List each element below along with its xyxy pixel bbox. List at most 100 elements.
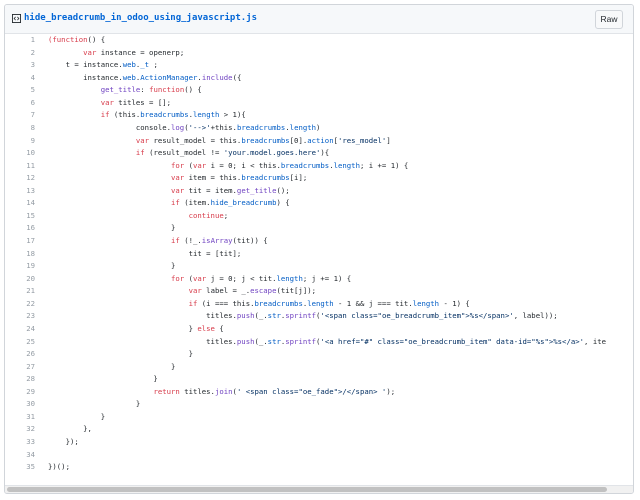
code-token: i = 0; i < this.	[206, 160, 281, 170]
code-token: }	[48, 361, 176, 371]
code-token: (tit)) {	[232, 236, 268, 245]
code-token: j = 0; j < tit.	[206, 273, 277, 283]
raw-button[interactable]: Raw	[595, 10, 623, 29]
code-line: 12 var item = this.breadcrumbs[i];	[5, 172, 633, 185]
code-line: 25 titles.push(_.str.sprintf('<a href="#…	[5, 336, 633, 349]
line-number[interactable]: 33	[5, 436, 35, 449]
line-number[interactable]: 3	[5, 59, 35, 72]
code-token: breadcrumbs	[241, 135, 290, 145]
line-number[interactable]: 5	[5, 84, 35, 97]
line-number[interactable]: 25	[5, 336, 35, 349]
code-token: (_.	[254, 336, 268, 346]
line-number[interactable]: 31	[5, 411, 35, 424]
code-token: var	[171, 173, 185, 183]
line-number[interactable]: 35	[5, 461, 35, 474]
line-number[interactable]: 7	[5, 109, 35, 122]
code-token: breadcrumbs	[140, 110, 189, 120]
file-name-link[interactable]: hide_breadcrumb_in_odoo_using_javascript…	[24, 13, 257, 23]
code-token: web	[122, 60, 136, 70]
code-token: return	[153, 386, 180, 396]
code-token: }	[48, 374, 158, 384]
code-text: return titles.join(' <span class="oe_fad…	[48, 386, 395, 399]
line-number[interactable]: 2	[5, 47, 35, 60]
line-number[interactable]: 32	[5, 423, 35, 436]
code-token: '<span class="oe_breadcrumb_item">%s</sp…	[320, 311, 514, 321]
code-token: })();	[48, 462, 70, 472]
line-number[interactable]: 23	[5, 310, 35, 323]
code-token: console.	[48, 122, 172, 132]
code-text: }	[48, 348, 193, 361]
code-text: var result_model = this.breadcrumbs[0].a…	[48, 135, 391, 148]
horizontal-scrollbar[interactable]	[5, 485, 633, 493]
line-number[interactable]: 20	[5, 273, 35, 286]
code-token: length	[333, 160, 360, 170]
code-token: var	[193, 160, 207, 170]
line-number[interactable]: 12	[5, 172, 35, 185]
code-line: 5 get_title: function() {	[5, 84, 633, 97]
line-number[interactable]: 24	[5, 323, 35, 336]
code-token: (	[184, 273, 193, 283]
code-text: titles.push(_.str.sprintf('<a href="#" c…	[48, 336, 606, 349]
code-token: get_title	[100, 85, 141, 95]
code-token: '-->'	[188, 122, 211, 132]
code-token: breadcrumbs	[254, 298, 303, 308]
code-token: length	[289, 122, 317, 132]
code-line: 4 instance.web.ActionManager.include({	[5, 72, 633, 85]
line-number[interactable]: 14	[5, 197, 35, 210]
code-text: tit = [tit];	[48, 248, 242, 261]
code-token: , label));	[513, 311, 558, 321]
line-number[interactable]: 18	[5, 248, 35, 261]
line-number[interactable]: 34	[5, 449, 35, 462]
line-number[interactable]: 27	[5, 361, 35, 374]
code-text: } else {	[48, 323, 224, 336]
code-token: result_model = this.	[149, 135, 242, 145]
code-token: (i === this.	[197, 298, 255, 308]
code-text: }	[48, 373, 158, 386]
code-line: 20 for (var j = 0; j < tit.length; j += …	[5, 273, 633, 286]
code-line: 7 if (this.breadcrumbs.length > 1){	[5, 109, 633, 122]
line-number[interactable]: 28	[5, 373, 35, 386]
code-text: if (i === this.breadcrumbs.length - 1 &&…	[48, 298, 470, 311]
line-number[interactable]: 13	[5, 185, 35, 198]
line-number[interactable]: 15	[5, 210, 35, 223]
line-number[interactable]: 6	[5, 97, 35, 110]
code-token: titles.	[48, 336, 237, 346]
code-token: escape	[250, 286, 277, 296]
line-number[interactable]: 30	[5, 398, 35, 411]
code-text: for (var i = 0; i < this.breadcrumbs.len…	[48, 160, 408, 173]
code-token: (	[184, 160, 193, 170]
line-number[interactable]: 16	[5, 222, 35, 235]
gist-file-container: hide_breadcrumb_in_odoo_using_javascript…	[4, 4, 634, 494]
scrollbar-thumb[interactable]	[7, 487, 607, 492]
code-token: push	[236, 311, 255, 321]
line-number[interactable]: 1	[5, 34, 35, 47]
code-token: item = this.	[184, 173, 242, 183]
code-line: 15 continue;	[5, 210, 633, 223]
line-number[interactable]: 21	[5, 285, 35, 298]
code-token: web	[122, 72, 136, 82]
line-number[interactable]: 22	[5, 298, 35, 311]
line-number[interactable]: 4	[5, 72, 35, 85]
code-token: (this.	[109, 110, 141, 120]
line-number[interactable]: 11	[5, 160, 35, 173]
line-number[interactable]: 10	[5, 147, 35, 160]
code-text: });	[48, 436, 79, 449]
code-text: if (item.hide_breadcrumb) {	[48, 197, 290, 210]
code-token: hide_breadcrumb	[210, 198, 277, 208]
code-token: titles = [];	[113, 97, 172, 107]
line-number[interactable]: 19	[5, 260, 35, 273]
code-line: 26 }	[5, 348, 633, 361]
code-token: length	[193, 110, 220, 120]
line-number[interactable]: 26	[5, 348, 35, 361]
code-token: > 1){	[219, 110, 246, 120]
code-token: var	[100, 97, 114, 107]
line-number[interactable]: 29	[5, 386, 35, 399]
line-number[interactable]: 9	[5, 135, 35, 148]
line-number[interactable]: 17	[5, 235, 35, 248]
code-token: continue	[188, 210, 224, 220]
line-number[interactable]: 8	[5, 122, 35, 135]
code-token: (tit[j]);	[276, 286, 317, 296]
